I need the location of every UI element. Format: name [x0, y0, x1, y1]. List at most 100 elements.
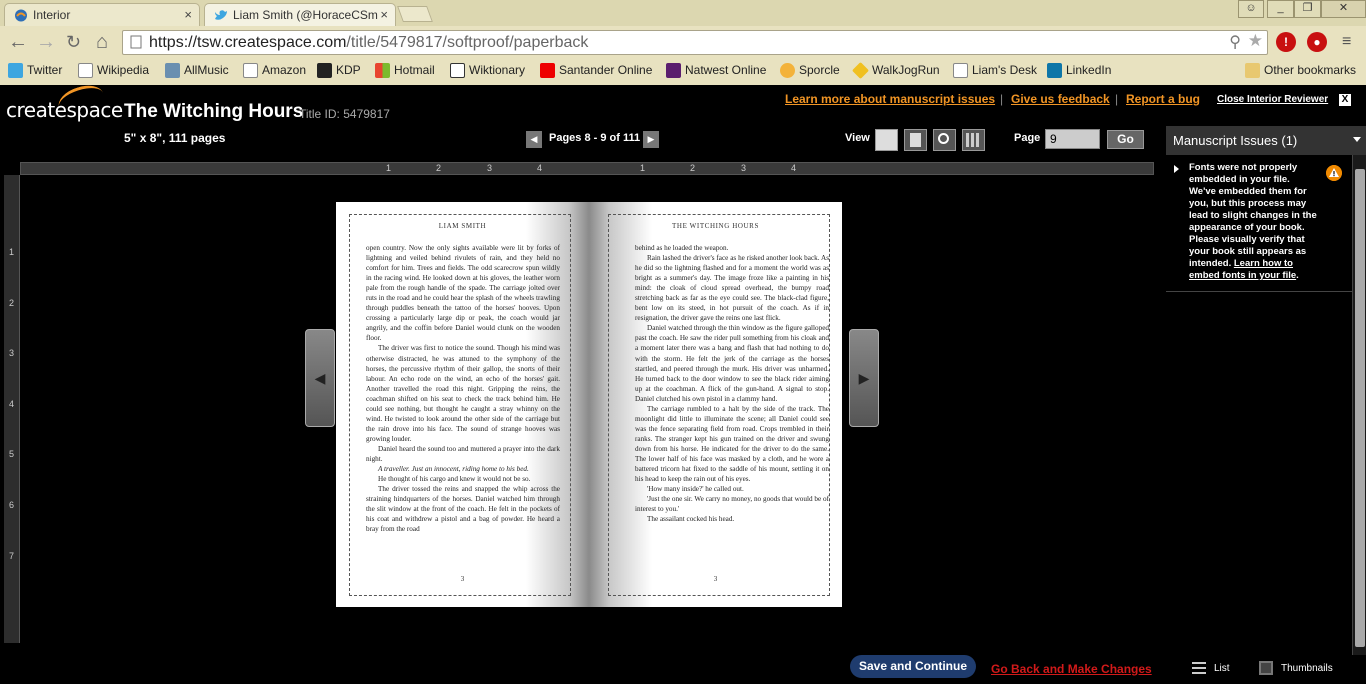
previous-spread-arrow[interactable]: ◀: [305, 329, 335, 427]
book-spread: Liam Smith open country. Now the only si…: [336, 202, 842, 607]
minimize-button[interactable]: _: [1267, 0, 1294, 18]
paragraph: 'Just the one sir. We carry no money, no…: [635, 495, 829, 514]
sidebar-scrollbar[interactable]: [1352, 155, 1366, 655]
ruler-tick: 4: [791, 163, 797, 173]
save-and-continue-button[interactable]: Save and Continue: [850, 655, 976, 678]
list-view-toggle[interactable]: List: [1192, 662, 1230, 674]
paragraph: Rain lashed the driver's face as he risk…: [635, 254, 829, 323]
tab-label: Interior: [33, 8, 71, 22]
issues-heading[interactable]: Manuscript Issues (1): [1166, 126, 1366, 155]
menu-icon[interactable]: ≡: [1342, 33, 1351, 51]
bookmark-twitter[interactable]: Twitter: [8, 63, 62, 78]
go-button[interactable]: Go: [1107, 130, 1144, 149]
zoom-in-view-icon[interactable]: [933, 129, 956, 151]
restore-button[interactable]: ❐: [1294, 0, 1321, 18]
close-icon[interactable]: X: [1339, 94, 1351, 106]
page-number: 3: [713, 575, 718, 583]
other-bookmarks[interactable]: Other bookmarks: [1245, 63, 1356, 78]
page-icon: [953, 63, 968, 78]
next-spread-arrow[interactable]: ▶: [849, 329, 879, 427]
address-bar[interactable]: https://tsw.createspace.com/title/547981…: [122, 30, 1268, 55]
bookmark-allmusic[interactable]: AllMusic: [165, 63, 229, 78]
chevron-down-icon[interactable]: [1353, 137, 1361, 142]
page-viewer: 1 2 3 4 1 2 3 4 1 2 3 4 5 6 7 ◀ ▶ Liam S…: [0, 155, 1163, 645]
grid-view-icon[interactable]: [962, 129, 985, 151]
home-icon[interactable]: ⌂: [96, 31, 108, 54]
paragraph: The driver was first to notice the sound…: [366, 344, 560, 443]
single-page-view-icon[interactable]: [904, 129, 927, 151]
paragraph: Daniel watched through the thin window a…: [635, 324, 829, 403]
tab-label: Liam Smith (@HoraceCSm: [233, 8, 378, 22]
ruler-tick: 3: [487, 163, 493, 173]
horizontal-ruler: 1 2 3 4 1 2 3 4: [20, 162, 1154, 175]
right-page: The Witching Hours behind as he loaded t…: [589, 202, 842, 607]
report-bug-link[interactable]: Report a bug: [1126, 92, 1200, 106]
user-profile-icon[interactable]: ☺: [1238, 0, 1264, 18]
twitter-icon: [8, 63, 23, 78]
view-label: View: [845, 132, 870, 144]
running-head: The Witching Hours: [672, 222, 759, 230]
bookmark-santander[interactable]: Santander Online: [540, 63, 652, 78]
forward-arrow-icon[interactable]: →: [36, 31, 56, 54]
go-back-link[interactable]: Go Back and Make Changes: [991, 662, 1152, 676]
scrollbar-thumb[interactable]: [1355, 169, 1365, 647]
bookmark-liams-desk[interactable]: Liam's Desk: [953, 63, 1037, 78]
next-page-button[interactable]: ▶: [643, 131, 659, 148]
ruler-tick: 3: [741, 163, 747, 173]
separator: |: [1115, 92, 1119, 106]
bookmark-wikipedia[interactable]: Wikipedia: [78, 63, 149, 78]
bookmark-kdp[interactable]: KDP: [317, 63, 361, 78]
reviewer-header: createspace The Witching Hours Title ID:…: [0, 80, 1366, 155]
bookmark-sporcle[interactable]: Sporcle: [780, 63, 840, 78]
paragraph: The driver tossed the reins and snapped …: [366, 485, 560, 534]
book-size-pages: 5" x 8", 111 pages: [124, 131, 226, 145]
ruler-tick: 2: [436, 163, 442, 173]
search-icon[interactable]: ⚲: [1229, 32, 1241, 52]
give-feedback-link[interactable]: Give us feedback: [1011, 92, 1110, 106]
close-window-button[interactable]: ✕: [1321, 0, 1366, 18]
thumbnails-view-toggle[interactable]: Thumbnails: [1259, 661, 1333, 675]
adblock-icon[interactable]: ●: [1307, 32, 1327, 52]
walkjogrun-icon: [852, 62, 869, 79]
learn-manuscript-issues-link[interactable]: Learn more about manuscript issues: [785, 92, 995, 106]
bookmark-walkjogrun[interactable]: WalkJogRun: [852, 62, 940, 79]
reload-icon[interactable]: ↻: [66, 32, 81, 53]
issues-heading-label: Manuscript Issues (1): [1173, 133, 1298, 148]
sporcle-icon: [780, 63, 795, 78]
separator: |: [1000, 92, 1004, 106]
ruler-tick: 1: [386, 163, 392, 173]
paragraph: open country. Now the only sights availa…: [366, 244, 560, 343]
tab-interior[interactable]: Interior ×: [4, 3, 200, 26]
bookmark-wiktionary[interactable]: Wiktionary: [450, 63, 525, 78]
pages-indicator: Pages 8 - 9 of 111: [549, 132, 641, 144]
bookmark-amazon[interactable]: Amazon: [243, 63, 306, 78]
close-interior-reviewer-link[interactable]: Close Interior Reviewer: [1217, 94, 1328, 105]
issue-item[interactable]: Fonts were not properly embedded in your…: [1166, 155, 1352, 292]
back-arrow-icon[interactable]: ←: [8, 31, 28, 54]
thumbnails-icon: [1259, 661, 1273, 675]
page-number-input[interactable]: 9: [1045, 129, 1100, 149]
ruler-tick: 2: [690, 163, 696, 173]
bookmark-natwest[interactable]: Natwest Online: [666, 63, 766, 78]
expand-triangle-icon[interactable]: [1174, 165, 1179, 173]
tab-close-icon[interactable]: ×: [184, 7, 192, 22]
tab-twitter[interactable]: Liam Smith (@HoraceCSm ×: [204, 3, 396, 26]
linkedin-icon: [1047, 63, 1062, 78]
createspace-logo: createspace: [6, 98, 123, 122]
new-tab-button[interactable]: [397, 6, 433, 22]
extension-icon[interactable]: !: [1276, 32, 1296, 52]
amazon-icon: [243, 63, 258, 78]
zoom-out-view-icon[interactable]: [875, 129, 898, 151]
list-label: List: [1214, 663, 1230, 674]
page-icon: [130, 35, 142, 49]
list-icon: [1192, 662, 1206, 674]
tab-close-icon[interactable]: ×: [380, 7, 388, 22]
left-page: Liam Smith open country. Now the only si…: [336, 202, 589, 607]
previous-page-button[interactable]: ◀: [526, 131, 542, 148]
sidebar-footer: List Thumbnails: [1166, 655, 1366, 684]
star-icon[interactable]: ★: [1248, 31, 1263, 51]
wikipedia-icon: [78, 63, 93, 78]
bookmark-linkedin[interactable]: LinkedIn: [1047, 63, 1111, 78]
manuscript-issues-panel: Manuscript Issues (1) Fonts were not pro…: [1166, 126, 1366, 684]
bookmark-hotmail[interactable]: Hotmail: [375, 63, 435, 78]
